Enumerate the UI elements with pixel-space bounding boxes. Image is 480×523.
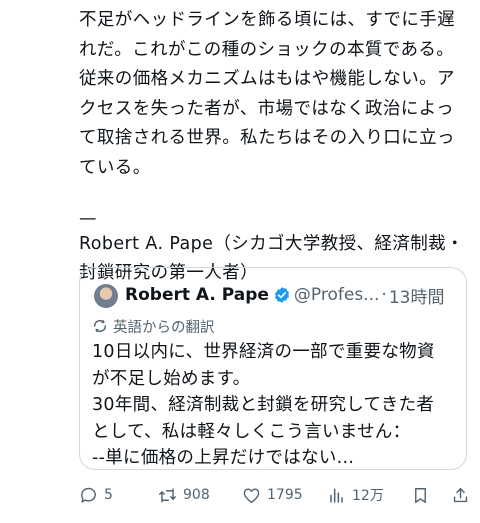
repost-icon (159, 487, 176, 503)
repost-count: 908 (183, 487, 210, 503)
bookmark-icon (415, 487, 426, 503)
translation-label-text: 英語からの翻訳 (113, 319, 215, 336)
views-count: 12万 (352, 488, 384, 504)
verified-icon (274, 287, 289, 303)
post-dash: — (79, 208, 97, 229)
quoted-post-header: Robert A. Pape @Profes... · 13時間 (125, 281, 456, 309)
views-icon (330, 487, 343, 503)
translate-icon (93, 319, 107, 333)
avatar[interactable] (94, 284, 118, 308)
share-button[interactable] (451, 483, 476, 507)
like-button[interactable]: 1795 (242, 483, 303, 507)
reply-icon (81, 487, 96, 503)
separator-dot: · (381, 285, 387, 305)
views-button[interactable]: 12万 (327, 483, 384, 507)
quoted-author-name[interactable]: Robert A. Pape (125, 285, 269, 305)
like-count: 1795 (267, 487, 303, 503)
repost-button[interactable]: 908 (158, 483, 210, 507)
reply-count: 5 (104, 487, 113, 503)
quoted-post-text: 10日以内に、世界経済の一部で重要な物資 が不足し始めます。 30年間、経済制裁… (92, 342, 435, 468)
quoted-post-time[interactable]: 13時間 (389, 283, 445, 308)
post-text: 不足がヘッドラインを飾る頃には、すでに手遅 れだ。これがこの種のショックの本質で… (79, 10, 456, 178)
action-bar: 5 908 1795 12万 (79, 483, 471, 507)
reply-button[interactable]: 5 (79, 483, 113, 507)
post-body: 不足がヘッドラインを飾る頃には、すでに手遅 れだ。これがこの種のショックの本質で… (79, 6, 471, 289)
quoted-post-card[interactable]: Robert A. Pape @Profes... · 13時間 英語からの翻訳… (79, 267, 467, 470)
bookmark-button[interactable] (411, 483, 436, 507)
share-icon (453, 487, 468, 502)
quoted-author-handle[interactable]: @Profes... (294, 285, 379, 305)
translation-label[interactable]: 英語からの翻訳 (92, 315, 215, 337)
like-icon (243, 487, 260, 503)
